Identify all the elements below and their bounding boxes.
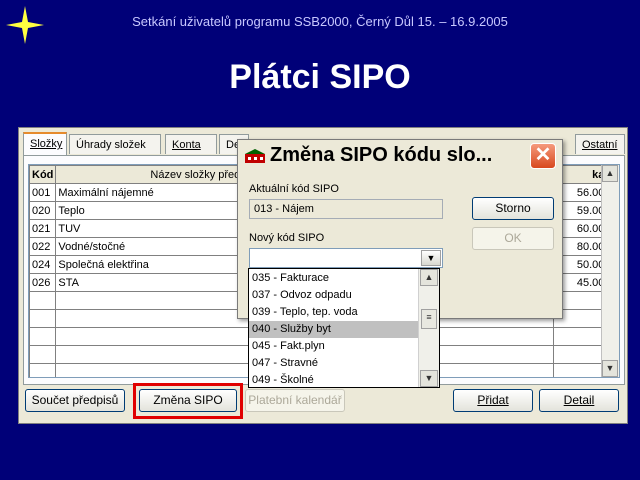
cell-code: 020 bbox=[29, 201, 57, 220]
current-code-label: Aktuální kód SIPO bbox=[249, 183, 339, 195]
cell-name: Maximální nájemné bbox=[55, 183, 250, 202]
cell-code: 026 bbox=[29, 273, 57, 292]
chevron-up-icon[interactable]: ▲ bbox=[420, 269, 438, 286]
list-item[interactable]: 035 - Fakturace bbox=[249, 270, 419, 287]
tab-slozky[interactable]: Složky bbox=[23, 132, 67, 156]
current-code-field: 013 - Nájem bbox=[249, 199, 443, 219]
list-item[interactable]: 039 - Teplo, tep. voda bbox=[249, 304, 419, 321]
cell-code: 024 bbox=[29, 255, 57, 274]
app-icon bbox=[245, 149, 265, 163]
cell-name: STA bbox=[55, 273, 250, 292]
pridat-button[interactable]: Přidat bbox=[453, 389, 533, 412]
list-item[interactable]: 045 - Fakt.plyn bbox=[249, 338, 419, 355]
dropdown-scrollbar[interactable]: ▲ ≡ ▼ bbox=[418, 269, 439, 387]
new-code-value bbox=[250, 253, 254, 265]
dialog-title: Změna SIPO kódu slo... bbox=[270, 144, 493, 166]
new-code-combobox[interactable]: ▼ bbox=[249, 248, 443, 268]
cell-code: 022 bbox=[29, 237, 57, 256]
tab-uhrady-slozek[interactable]: Úhrady složek bbox=[69, 134, 161, 154]
platebni-kalendar-button[interactable]: Platební kalendář bbox=[245, 389, 345, 412]
tab-konta[interactable]: Konta bbox=[165, 134, 217, 154]
cell-code: 001 bbox=[29, 183, 57, 202]
new-code-label: Nový kód SIPO bbox=[249, 232, 325, 244]
list-item[interactable]: 049 - Školné bbox=[249, 372, 419, 387]
zmena-sipo-button[interactable]: Změna SIPO bbox=[139, 389, 237, 412]
cell-code: 021 bbox=[29, 219, 57, 238]
ok-button[interactable]: OK bbox=[472, 227, 554, 250]
dialog-titlebar[interactable]: Změna SIPO kódu slo... ✕ bbox=[238, 140, 562, 172]
soucet-predpisu-button[interactable]: Součet předpisů bbox=[25, 389, 125, 412]
cell-name: TUV bbox=[55, 219, 250, 238]
chevron-down-icon[interactable]: ▼ bbox=[421, 250, 441, 266]
storno-button[interactable]: Storno bbox=[472, 197, 554, 220]
slide-title: Plátci SIPO bbox=[229, 58, 411, 96]
column-header-code[interactable]: Kód bbox=[29, 165, 57, 184]
list-item-selected[interactable]: 040 - Služby byt bbox=[249, 321, 419, 338]
chevron-down-icon[interactable]: ▼ bbox=[420, 370, 438, 387]
cell-name: Společná elektřina bbox=[55, 255, 250, 274]
sipo-code-dropdown-list[interactable]: 035 - Fakturace 037 - Odvoz odpadu 039 -… bbox=[248, 268, 440, 388]
tab-ostatni[interactable]: Ostatní bbox=[575, 134, 625, 154]
list-item[interactable]: 037 - Odvoz odpadu bbox=[249, 287, 419, 304]
chevron-up-icon[interactable]: ▲ bbox=[602, 165, 618, 182]
column-header-name[interactable]: Název složky předp bbox=[55, 165, 250, 184]
slide-header: Setkání uživatelů programu SSB2000, Čern… bbox=[132, 14, 508, 29]
detail-button[interactable]: Detail bbox=[539, 389, 619, 412]
cell-name: Teplo bbox=[55, 201, 250, 220]
list-item[interactable]: 047 - Stravné bbox=[249, 355, 419, 372]
chevron-down-icon[interactable]: ▼ bbox=[602, 360, 618, 377]
close-icon[interactable]: ✕ bbox=[530, 143, 556, 169]
cell-name: Vodné/stočné bbox=[55, 237, 250, 256]
scroll-thumb[interactable]: ≡ bbox=[421, 309, 437, 329]
grid-scrollbar[interactable]: ▲ ▼ bbox=[601, 165, 619, 377]
